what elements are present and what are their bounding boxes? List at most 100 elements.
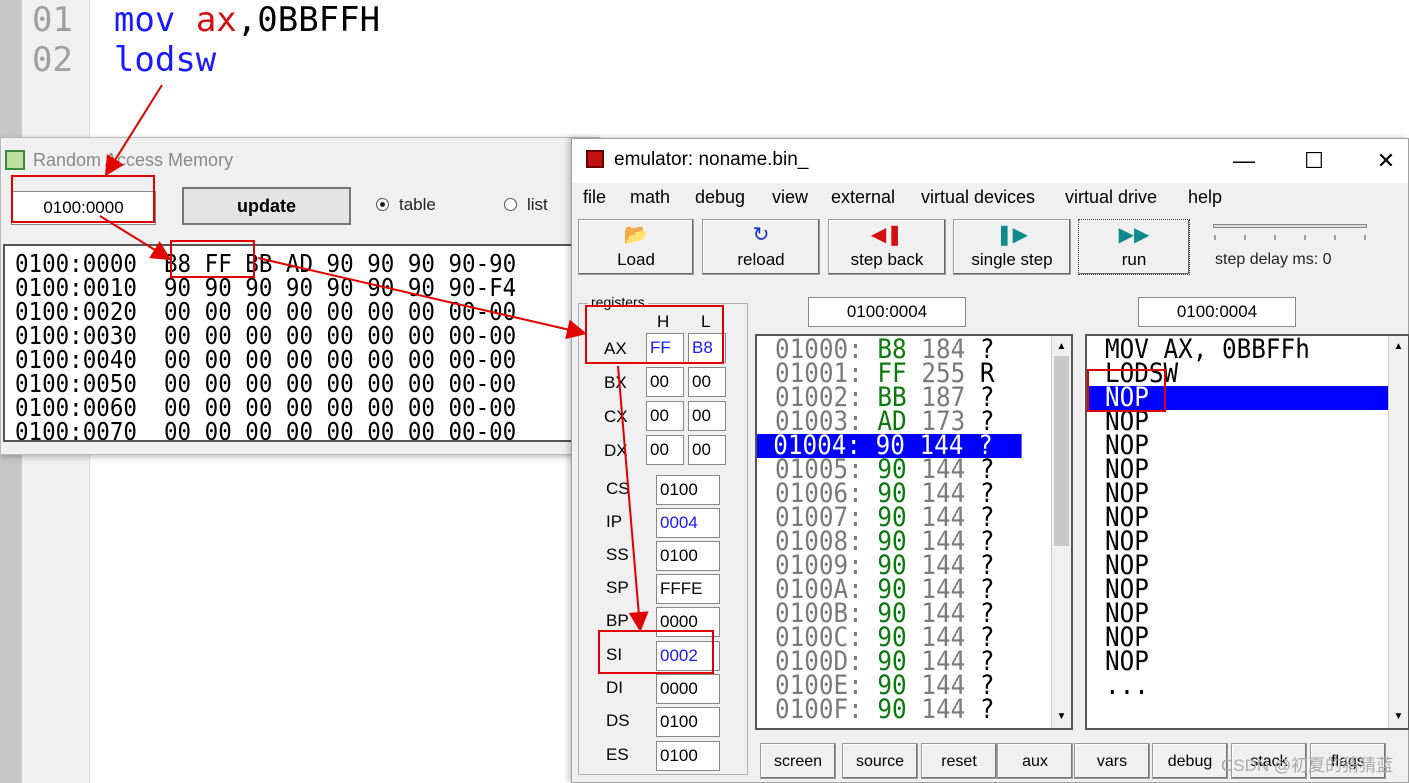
line-number: 01 <box>32 0 73 40</box>
memory-row[interactable]: 01002: BB 187 ? <box>775 384 1036 411</box>
disassembly-scrollbar[interactable]: ▲ ▼ <box>1388 336 1408 728</box>
emulator-titlebar: emulator: noname.bin_ — ☐ ✕ <box>572 139 1408 183</box>
mnemonic: lodsw <box>113 40 217 80</box>
register-label-cx: CX <box>604 407 628 426</box>
scroll-thumb[interactable] <box>1054 356 1069 546</box>
step-delay-slider[interactable] <box>1213 224 1367 228</box>
register-dl[interactable]: 00 <box>688 435 726 465</box>
ram-window-icon <box>5 150 25 170</box>
run-icon: ▶▶ <box>1118 224 1150 246</box>
memory-row[interactable]: 0100B: 90 144 ? <box>775 600 1036 627</box>
memory-row[interactable]: 0100E: 90 144 ? <box>775 672 1036 699</box>
aux-button[interactable]: aux <box>997 743 1073 779</box>
update-button[interactable]: update <box>182 187 351 225</box>
register-operand: ax <box>195 0 237 40</box>
reload-label: reload <box>737 250 785 269</box>
memory-row[interactable]: 0100A: 90 144 ? <box>775 576 1036 603</box>
menu-virtual-drive[interactable]: virtual drive <box>1065 187 1157 208</box>
register-ip[interactable]: 0004 <box>656 508 720 538</box>
disassembly-row[interactable]: ... <box>1105 672 1149 699</box>
single-step-label: single step <box>971 250 1053 269</box>
register-cs[interactable]: 0100 <box>656 475 720 505</box>
register-cl[interactable]: 00 <box>688 401 726 431</box>
register-label-bx: BX <box>604 373 627 392</box>
step-back-label: step back <box>850 250 924 269</box>
chip-icon <box>586 150 604 168</box>
run-label: run <box>1121 250 1147 269</box>
memory-row[interactable]: 0100D: 90 144 ? <box>775 648 1036 675</box>
source-button[interactable]: source <box>842 743 918 779</box>
scroll-up-icon[interactable]: ▲ <box>1052 338 1071 356</box>
scroll-down-icon[interactable]: ▼ <box>1052 708 1071 726</box>
code-line-1[interactable]: 01 mov ax,0BBFFH <box>32 0 380 40</box>
single-step-button[interactable]: ❚▶ single step <box>953 219 1071 275</box>
register-bl[interactable]: 00 <box>688 367 726 397</box>
menu-help[interactable]: help <box>1188 187 1222 208</box>
register-sp[interactable]: FFFE <box>656 574 720 604</box>
register-dh[interactable]: 00 <box>646 435 684 465</box>
disassembly-address-input[interactable]: 0100:0004 <box>1138 297 1296 327</box>
memory-row[interactable]: 01009: 90 144 ? <box>775 552 1036 579</box>
emulator-window: emulator: noname.bin_ — ☐ ✕ file math de… <box>571 138 1409 783</box>
radio-table-label: table <box>399 195 436 214</box>
run-button[interactable]: ▶▶ run <box>1078 219 1190 275</box>
register-label-ds: DS <box>606 711 630 730</box>
scroll-down-icon[interactable]: ▼ <box>1389 708 1408 726</box>
memory-row[interactable]: 01000: B8 184 ? <box>775 336 1036 363</box>
register-label-ip: IP <box>606 512 623 531</box>
radio-list[interactable]: list <box>504 193 548 217</box>
radio-dot <box>504 198 517 211</box>
close-button[interactable]: ✕ <box>1366 145 1406 177</box>
maximize-button[interactable]: ☐ <box>1294 145 1334 177</box>
memory-address-input[interactable]: 0100:0004 <box>808 297 966 327</box>
register-label-dx: DX <box>604 441 628 460</box>
menu-file[interactable]: file <box>583 187 606 208</box>
annotation-box-nop <box>1087 369 1166 412</box>
menu-external[interactable]: external <box>831 187 895 208</box>
memory-row[interactable]: 01004: 90 144 ? <box>757 432 1022 459</box>
radio-dot-checked <box>376 198 389 211</box>
annotation-box-ram-address <box>11 175 155 223</box>
menu-math[interactable]: math <box>630 187 670 208</box>
menu-virtual-devices[interactable]: virtual devices <box>921 187 1035 208</box>
radio-list-label: list <box>527 195 548 214</box>
reset-button[interactable]: reset <box>921 743 997 779</box>
step-back-icon: ◀❚ <box>870 224 904 246</box>
memory-row[interactable]: 0100C: 90 144 ? <box>775 624 1036 651</box>
radio-table[interactable]: table <box>376 193 436 217</box>
register-es[interactable]: 0100 <box>656 741 720 771</box>
memory-row[interactable]: 01007: 90 144 ? <box>775 504 1036 531</box>
step-back-button[interactable]: ◀❚ step back <box>828 219 946 275</box>
memory-row[interactable]: 01001: FF 255 R <box>775 360 1036 387</box>
vars-button[interactable]: vars <box>1074 743 1150 779</box>
memory-row[interactable]: 01008: 90 144 ? <box>775 528 1036 555</box>
annotation-box-ax <box>585 305 724 364</box>
scroll-up-icon[interactable]: ▲ <box>1389 338 1408 356</box>
memory-row[interactable]: 01005: 90 144 ? <box>775 456 1036 483</box>
memory-row[interactable]: 01006: 90 144 ? <box>775 480 1036 507</box>
memory-row[interactable]: 01003: AD 173 ? <box>775 408 1036 435</box>
debug-button[interactable]: debug <box>1152 743 1228 779</box>
memory-list[interactable]: 0100F: 90 144 ? 0100E: 90 144 ? 0100D: 90 … <box>755 334 1073 730</box>
code-line-2[interactable]: 02 lodsw <box>32 40 216 80</box>
mnemonic: mov <box>113 0 176 40</box>
ram-window-title: Random Access Memory <box>3 146 233 174</box>
screen-button[interactable]: screen <box>760 743 836 779</box>
register-ch[interactable]: 00 <box>646 401 684 431</box>
register-label-di: DI <box>606 678 623 697</box>
memory-scrollbar[interactable]: ▲ ▼ <box>1051 336 1071 728</box>
load-button[interactable]: 📂 Load <box>578 219 694 275</box>
register-label-es: ES <box>606 745 629 764</box>
register-label-bp: BP <box>606 611 629 630</box>
register-ss[interactable]: 0100 <box>656 541 720 571</box>
menu-view[interactable]: view <box>772 187 808 208</box>
register-di[interactable]: 0000 <box>656 674 720 704</box>
register-bh[interactable]: 00 <box>646 367 684 397</box>
minimize-button[interactable]: — <box>1224 145 1264 177</box>
reload-button[interactable]: ↻ reload <box>702 219 820 275</box>
register-ds[interactable]: 0100 <box>656 707 720 737</box>
memory-row[interactable]: 0100F: 90 144 ? <box>775 696 1036 723</box>
menu-debug[interactable]: debug <box>695 187 745 208</box>
step-delay-label: step delay ms: 0 <box>1215 251 1332 268</box>
register-label-ss: SS <box>606 545 629 564</box>
